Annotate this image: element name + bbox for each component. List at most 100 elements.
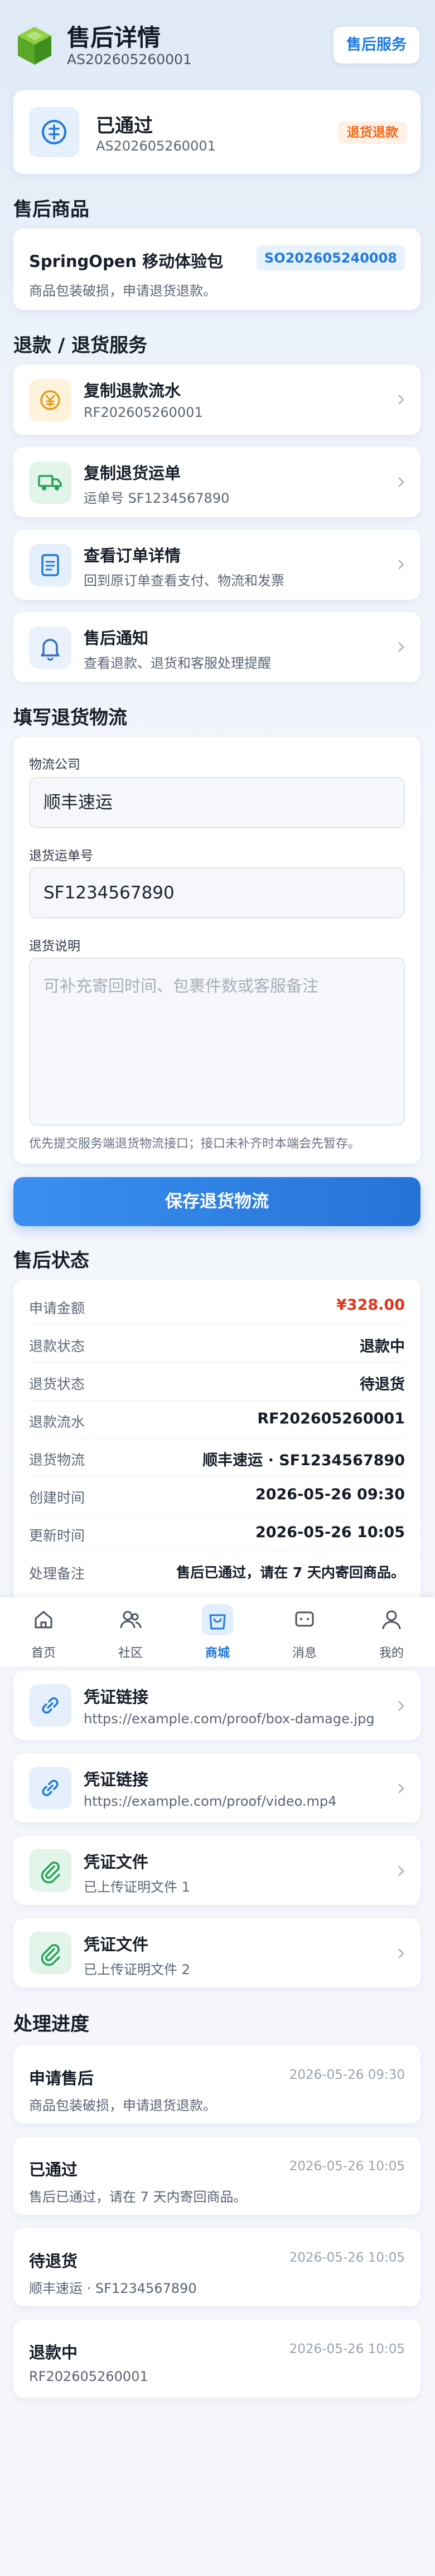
progress-item: 已通过 2026-05-26 10:05 售后已通过，请在 7 天内寄回商品。	[13, 2137, 420, 2215]
status-card: 已通过 AS202605260001 退货退款	[13, 90, 420, 174]
page-subtitle: AS202605260001	[67, 51, 192, 67]
row-label: 退货状态	[29, 1376, 85, 1392]
status-section-title: 售后状态	[13, 1250, 89, 1272]
service-item-notifications[interactable]: 售后通知 查看退款、退货和客服处理提醒	[13, 612, 420, 682]
row-label: 退货物流	[29, 1452, 85, 1468]
chevron-right-icon	[398, 395, 404, 405]
row-label: 创建时间	[29, 1490, 85, 1506]
app-logo-cube-icon	[17, 26, 52, 66]
chevron-right-icon	[398, 477, 404, 487]
service-item-order-detail[interactable]: 查看订单详情 回到原订单查看支付、物流和发票	[13, 529, 420, 600]
progress-desc: 顺丰速运 · SF1234567890	[29, 2281, 197, 2296]
nav-item-mall[interactable]: 商城	[174, 1597, 261, 1666]
document-icon	[29, 544, 71, 586]
progress-item: 申请售后 2026-05-26 09:30 商品包装破损，申请退货退款。	[13, 2045, 420, 2123]
product-card[interactable]: SpringOpen 移动体验包 SO202605240008 商品包装破损，申…	[13, 229, 420, 310]
chevron-right-icon	[398, 1701, 404, 1711]
evidence-item-link[interactable]: 凭证链接 https://example.com/proof/box-damag…	[13, 1671, 420, 1740]
row-label: 处理备注	[29, 1566, 85, 1582]
chevron-right-icon	[398, 560, 404, 570]
chevron-right-icon	[398, 1866, 404, 1876]
chevron-right-icon	[398, 642, 404, 652]
row-value: 2026-05-26 10:05	[255, 1524, 405, 1541]
status-detail-card: 申请金额 ¥328.00 退款状态 退款中 退货状态 待退货 退款流水 RF20…	[13, 1280, 420, 1636]
after-sales-service-button[interactable]: 售后服务	[334, 27, 419, 64]
row-label: 退款状态	[29, 1338, 85, 1354]
evidence-title: 凭证文件	[84, 1853, 149, 1872]
progress-time: 2026-05-26 10:05	[289, 2159, 405, 2174]
progress-item: 退款中 2026-05-26 10:05 RF202605260001	[13, 2320, 420, 2398]
truck-icon	[29, 461, 71, 504]
tracking-number-input[interactable]: SF1234567890	[29, 867, 405, 918]
service-subtitle: RF202605260001	[84, 405, 203, 420]
submit-hint: 优先提交服务端退货物流接口；接口未补齐时本端会先暂存。	[29, 1137, 361, 1151]
progress-title: 申请售后	[29, 2069, 94, 2088]
chevron-right-icon	[398, 1783, 404, 1794]
nav-item-profile[interactable]: 我的	[348, 1597, 435, 1666]
paperclip-icon	[29, 1932, 71, 1974]
nav-item-home[interactable]: 首页	[0, 1597, 87, 1666]
paperclip-icon	[29, 1849, 71, 1892]
nav-item-messages[interactable]: 消息	[261, 1597, 348, 1666]
evidence-file-name: 已上传证明文件 1	[84, 1879, 190, 1895]
progress-item: 待退货 2026-05-26 10:05 顺丰速运 · SF1234567890	[13, 2228, 420, 2306]
chevron-right-icon	[398, 1948, 404, 1958]
status-row-remark: 处理备注 售后已通过，请在 7 天内寄回商品。	[29, 1552, 405, 1590]
progress-desc: 商品包装破损，申请退货退款。	[29, 2098, 216, 2113]
user-icon	[382, 1610, 401, 1630]
home-icon	[35, 1611, 52, 1629]
evidence-title: 凭证链接	[84, 1688, 149, 1707]
yen-coin-icon	[29, 379, 71, 421]
status-row-amount: 申请金额 ¥328.00	[29, 1286, 405, 1325]
note-label: 退货说明	[29, 939, 80, 954]
status-text: 已通过	[96, 115, 153, 137]
service-title: 复制退货运单	[84, 464, 181, 483]
status-row-return: 退货状态 待退货	[29, 1362, 405, 1401]
refund-type-badge: 退货退款	[338, 121, 407, 144]
progress-title: 已通过	[29, 2160, 78, 2179]
shopping-bag-icon	[209, 1614, 226, 1630]
refund-status-icon	[29, 107, 79, 157]
progress-title: 退款中	[29, 2343, 78, 2362]
order-number-tag[interactable]: SO202605240008	[256, 245, 405, 271]
status-row-refund: 退款状态 退款中	[29, 1324, 405, 1363]
service-item-copy-refund[interactable]: 复制退款流水 RF202605260001	[13, 364, 420, 435]
service-subtitle: 运单号 SF1234567890	[84, 490, 230, 506]
evidence-title: 凭证文件	[84, 1935, 149, 1954]
progress-desc: RF202605260001	[29, 2369, 148, 2384]
evidence-title: 凭证链接	[84, 1770, 149, 1789]
logistics-form-card: 物流公司 顺丰速运 退货运单号 SF1234567890 退货说明 可补充寄回时…	[13, 737, 420, 1164]
row-value: 退款中	[360, 1338, 405, 1355]
nav-item-community[interactable]: 社区	[87, 1597, 174, 1666]
nav-label: 商城	[205, 1646, 230, 1660]
row-value: ¥328.00	[336, 1296, 405, 1314]
evidence-url: https://example.com/proof/video.mp4	[84, 1794, 337, 1809]
link-icon	[29, 1767, 71, 1809]
service-item-copy-waybill[interactable]: 复制退货运单 运单号 SF1234567890	[13, 447, 420, 517]
evidence-item-file[interactable]: 凭证文件 已上传证明文件 2	[13, 1918, 420, 1987]
progress-title: 待退货	[29, 2252, 78, 2271]
status-row-updated: 更新时间 2026-05-26 10:05	[29, 1514, 405, 1552]
product-name: SpringOpen 移动体验包	[29, 252, 224, 271]
row-value: RF202605260001	[257, 1410, 405, 1427]
nav-label: 我的	[379, 1646, 404, 1660]
save-logistics-button[interactable]: 保存退货物流	[13, 1177, 420, 1226]
note-textarea[interactable]: 可补充寄回时间、包裹件数或客服备注	[29, 958, 405, 1126]
company-input[interactable]: 顺丰速运	[29, 777, 405, 828]
people-icon	[120, 1611, 142, 1629]
service-subtitle: 查看退款、退货和客服处理提醒	[84, 655, 271, 671]
nav-label: 社区	[118, 1646, 143, 1660]
evidence-item-link[interactable]: 凭证链接 https://example.com/proof/video.mp4	[13, 1753, 420, 1822]
evidence-url: https://example.com/proof/box-damage.jpg	[84, 1711, 375, 1727]
page-title: 售后详情	[67, 24, 161, 51]
company-label: 物流公司	[29, 757, 80, 772]
row-label: 更新时间	[29, 1528, 85, 1544]
row-label: 申请金额	[29, 1300, 85, 1316]
evidence-item-file[interactable]: 凭证文件 已上传证明文件 1	[13, 1836, 420, 1905]
message-icon	[295, 1611, 314, 1627]
nav-label: 首页	[31, 1646, 56, 1660]
tracking-label: 退货运单号	[29, 849, 93, 863]
evidence-file-name: 已上传证明文件 2	[84, 1962, 190, 1977]
bell-icon	[29, 626, 71, 669]
product-section-title: 售后商品	[13, 198, 89, 221]
